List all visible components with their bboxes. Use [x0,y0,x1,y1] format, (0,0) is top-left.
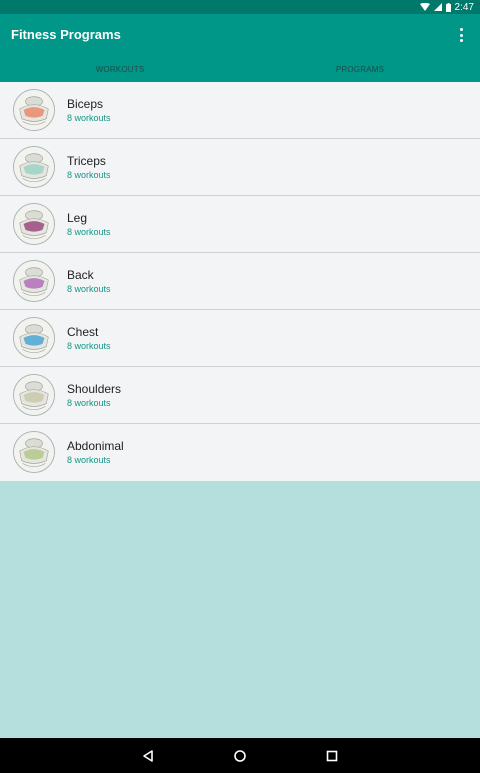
list-item-back[interactable]: Back 8 workouts [0,253,480,310]
program-name: Leg [67,211,88,225]
status-bar: 2:47 [0,0,480,14]
workout-count: 8 workouts [67,341,111,351]
workout-count: 8 workouts [67,398,111,408]
list-item-shoulders[interactable]: Shoulders 8 workouts [0,367,480,424]
tab-workouts[interactable]: WORKOUTS [0,58,240,80]
wifi-icon [419,3,430,11]
program-name: Triceps [67,154,106,168]
back-icon[interactable] [141,749,155,763]
biceps-thumbnail [13,89,55,131]
leg-thumbnail [13,203,55,245]
program-list: Biceps 8 workouts Triceps 8 workouts Leg… [0,82,480,482]
app-bar: Fitness Programs WORKOUTS PROGRAMS [0,14,480,82]
workout-count: 8 workouts [67,284,111,294]
signal-icon [433,3,442,11]
tab-programs[interactable]: PROGRAMS [240,58,480,80]
abdonimal-thumbnail [13,431,55,473]
status-time: 2:47 [454,1,474,13]
shoulders-thumbnail [13,374,55,416]
list-item-chest[interactable]: Chest 8 workouts [0,310,480,367]
chest-thumbnail [13,317,55,359]
home-icon[interactable] [233,749,247,763]
back-thumbnail [13,260,55,302]
program-name: Abdonimal [67,439,124,453]
program-name: Biceps [67,97,104,111]
app-title: Fitness Programs [11,27,121,42]
program-name: Shoulders [67,382,122,396]
list-item-triceps[interactable]: Triceps 8 workouts [0,139,480,196]
list-item-leg[interactable]: Leg 8 workouts [0,196,480,253]
triceps-thumbnail [13,146,55,188]
program-name: Back [67,268,94,282]
navigation-bar [0,738,480,773]
workout-count: 8 workouts [67,455,111,465]
tab-bar: WORKOUTS PROGRAMS [0,58,480,80]
list-item-abdonimal[interactable]: Abdonimal 8 workouts [0,424,480,482]
list-item-biceps[interactable]: Biceps 8 workouts [0,82,480,139]
workout-count: 8 workouts [67,227,111,237]
recents-icon[interactable] [325,749,339,763]
battery-icon [445,2,451,12]
program-name: Chest [67,325,99,339]
workout-count: 8 workouts [67,113,111,123]
workout-count: 8 workouts [67,170,111,180]
overflow-menu-icon[interactable] [456,26,466,44]
